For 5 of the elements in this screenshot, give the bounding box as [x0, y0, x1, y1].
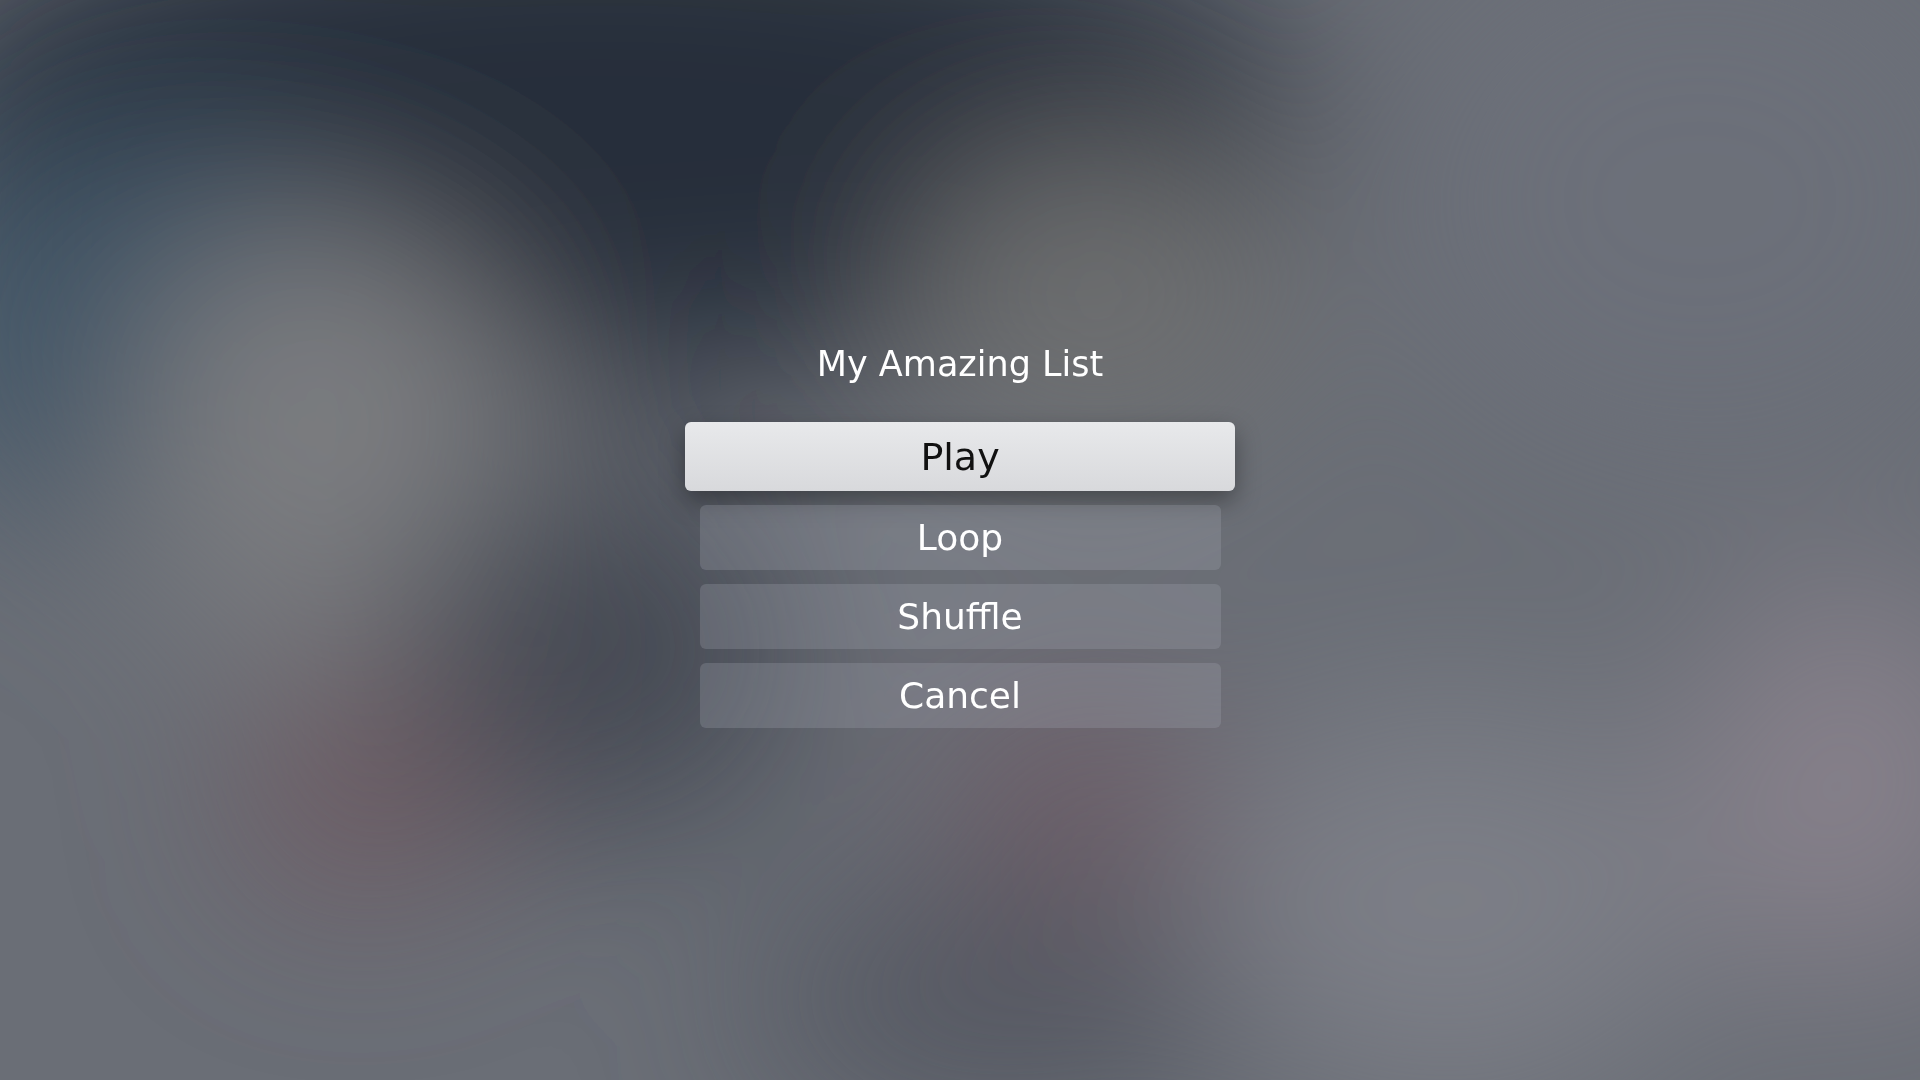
action-button[interactable]: Cancel	[699, 663, 1221, 728]
action-button[interactable]: Shuffle	[699, 584, 1221, 649]
action-button[interactable]: Play	[685, 422, 1235, 491]
action-button[interactable]: Loop	[699, 505, 1221, 570]
sheet-title: My Amazing List	[816, 343, 1104, 386]
